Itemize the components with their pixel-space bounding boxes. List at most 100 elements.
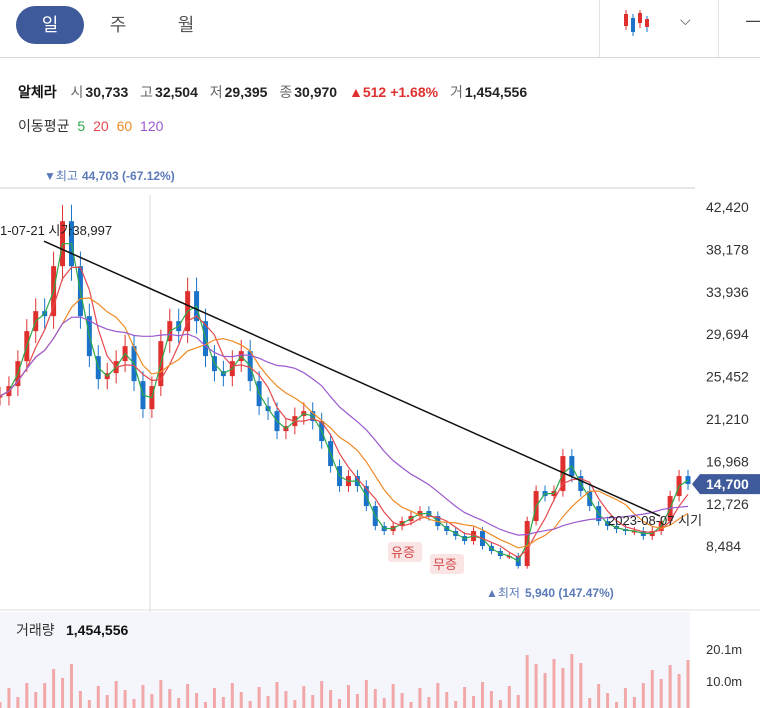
moving-average-line-20 (0, 266, 689, 559)
volume-bar (239, 692, 243, 708)
volume-bar (69, 664, 73, 708)
moving-average-legend: 이동평균 5 20 60 120 (18, 116, 167, 136)
price-tick-label: 29,694 (706, 326, 749, 342)
moving-average-line-120 (0, 316, 689, 536)
volume-bar (311, 695, 315, 708)
volume-bar (159, 680, 163, 708)
close-value: 30,970 (294, 84, 338, 100)
low-marker-value: 5,940 (147.47%) (525, 586, 614, 600)
volume-bar (141, 685, 145, 708)
event-tag-label: 무증 (433, 557, 457, 572)
chevron-down-icon[interactable]: ⌵ (680, 12, 691, 29)
low-marker-label: ▲최저 (486, 586, 520, 600)
volume-bar (597, 684, 601, 708)
volume-bar (248, 701, 252, 708)
volume-bar (659, 679, 663, 708)
volume-bar (338, 699, 342, 708)
price-tick-label: 33,936 (706, 284, 749, 300)
volume-bar (105, 695, 109, 708)
change-pct: +1.68% (390, 84, 439, 100)
trendline-start-label: 1-07-21 시가38,997 (0, 223, 112, 238)
low-label: 저 (209, 84, 223, 100)
volume-bar (579, 663, 583, 708)
volume-bar (293, 700, 297, 708)
volume-bar (525, 655, 529, 708)
volume-bar (7, 688, 11, 708)
price-tick-label: 21,210 (706, 411, 749, 427)
volume-bar (382, 698, 386, 708)
volume-bar (427, 697, 431, 708)
volume-bar (668, 665, 672, 708)
volume-bar (221, 697, 225, 708)
quote-summary: 알체라 시 30,733 고 32,504 저 29,395 종 30,970 ▲512… (18, 82, 535, 102)
volume-bar (686, 660, 690, 708)
volume-bar (615, 702, 619, 708)
moving-average-line-60 (0, 297, 689, 549)
volume-bar (25, 683, 29, 708)
top-toolbar: 일 주 월 ⌵ — (0, 0, 760, 58)
volume-bar (52, 669, 56, 708)
price-tick-label: 42,420 (706, 199, 749, 215)
tab-weekly[interactable]: 주 (92, 6, 144, 44)
volume-bar (230, 683, 234, 708)
ma-legend-label: 이동평균 (18, 118, 70, 134)
volume-tick-label: 20.1m (706, 642, 742, 657)
high-marker-value: 44,703 (-67.12%) (82, 169, 175, 183)
tab-monthly[interactable]: 월 (160, 6, 212, 44)
high-label: 고 (140, 84, 154, 100)
volume-bar (364, 680, 368, 708)
minus-icon[interactable]: — (746, 10, 760, 31)
ma-20[interactable]: 20 (93, 118, 109, 134)
volume-bar (489, 691, 493, 708)
volume-bar (204, 702, 208, 708)
volume-bar (507, 686, 511, 708)
volume-bar (373, 689, 377, 708)
volume-bar (320, 681, 324, 708)
price-chart[interactable]: 42,420 38,178 33,936 29,694 25,452 21,210 16,9… (0, 150, 760, 708)
volume-bar (570, 654, 574, 708)
price-tick-label: 8,484 (706, 538, 741, 554)
volume-bar (266, 696, 270, 708)
volume-bar (418, 688, 422, 708)
volume-bar (177, 698, 181, 708)
ma-120[interactable]: 120 (140, 118, 163, 134)
candle-body (685, 476, 691, 485)
ma-60[interactable]: 60 (117, 118, 133, 134)
ma-5[interactable]: 5 (77, 118, 85, 134)
tab-daily[interactable]: 일 (16, 6, 84, 44)
volume-bar (400, 693, 404, 708)
volume-value: 1,454,556 (66, 622, 128, 638)
volume-bar (302, 686, 306, 708)
volume-bar (391, 684, 395, 708)
close-label: 종 (279, 84, 293, 100)
volume-bar (588, 698, 592, 708)
price-tick-label: 38,178 (706, 241, 749, 257)
volume-bar (436, 683, 440, 708)
volume-bar (498, 700, 502, 708)
volume-bar (650, 670, 654, 708)
volume-tick-label: 10.0m (706, 674, 742, 689)
volume-bar (543, 673, 547, 708)
stock-name: 알체라 (18, 84, 57, 100)
volume-title: 거래량 (16, 622, 55, 638)
volume-bar (43, 683, 47, 708)
toolbar-divider (599, 0, 600, 57)
volume-bar (623, 688, 627, 708)
low-value: 29,395 (224, 84, 268, 100)
volume-bar (0, 702, 2, 708)
volume-bar (212, 688, 216, 708)
volume-bar (284, 691, 288, 708)
volume-bar (150, 694, 154, 708)
volume-bar (132, 699, 136, 708)
volume-bar (409, 702, 413, 708)
volume-bar (561, 668, 565, 708)
candlestick-icon[interactable] (623, 8, 653, 38)
high-marker-label: ▼최고 (44, 169, 78, 183)
high-value: 32,504 (155, 84, 198, 100)
volume-bar (329, 690, 333, 708)
volume-bar (454, 701, 458, 708)
volume-bar (123, 690, 127, 708)
volume-bar (463, 687, 467, 708)
volume-bar (677, 674, 681, 708)
moving-average-line-5 (0, 243, 689, 562)
